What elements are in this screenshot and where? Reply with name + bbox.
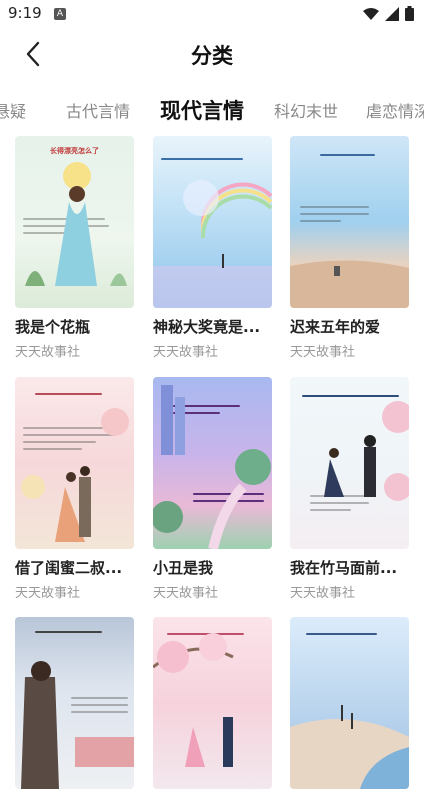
book-title: 神秘大奖竟是... bbox=[153, 318, 261, 336]
book-card[interactable]: 我在竹马面前... 天天故事社 bbox=[290, 377, 410, 601]
category-tabs: 悬疑 古代言情 现代言情 科幻末世 虐恋情深 bbox=[0, 88, 424, 128]
book-card[interactable]: 借了闺蜜二叔... 天天故事社 bbox=[15, 377, 135, 601]
tab-angst-romance[interactable]: 虐恋情深 bbox=[366, 98, 424, 122]
book-cover bbox=[15, 377, 134, 549]
signal-icon bbox=[385, 6, 399, 21]
book-card[interactable]: 迟来五年的爱 天天故事社 bbox=[290, 136, 410, 360]
header: 分类 bbox=[0, 30, 424, 78]
book-title: 小丑是我 bbox=[153, 559, 214, 577]
book-author: 天天故事社 bbox=[153, 586, 219, 601]
book-author: 天天故事社 bbox=[15, 345, 81, 360]
tab-ancient-romance[interactable]: 古代言情 bbox=[66, 98, 130, 122]
book-author: 天天故事社 bbox=[290, 345, 356, 360]
tab-scifi-apocalypse[interactable]: 科幻末世 bbox=[274, 98, 338, 122]
book-card[interactable] bbox=[15, 617, 135, 789]
book-card[interactable]: 神秘大奖竟是... 天天故事社 bbox=[153, 136, 273, 360]
page-title: 分类 bbox=[191, 44, 233, 68]
book-cover bbox=[153, 377, 272, 549]
book-author: 天天故事社 bbox=[15, 586, 81, 601]
book-card[interactable]: 长得漂亮怎么了 我是个花瓶 天天故事社 bbox=[15, 136, 135, 360]
book-cover: 长得漂亮怎么了 bbox=[15, 136, 134, 308]
book-card[interactable]: 小丑是我 天天故事社 bbox=[153, 377, 273, 601]
book-cover bbox=[290, 617, 409, 789]
book-cover bbox=[290, 136, 409, 308]
tab-suspense[interactable]: 悬疑 bbox=[0, 98, 26, 122]
battery-icon bbox=[405, 6, 414, 21]
status-icons bbox=[363, 6, 414, 21]
book-cover bbox=[15, 617, 134, 789]
book-title: 我在竹马面前... bbox=[290, 559, 398, 577]
book-author: 天天故事社 bbox=[290, 586, 356, 601]
book-title: 借了闺蜜二叔... bbox=[15, 559, 123, 577]
tab-modern-romance[interactable]: 现代言情 bbox=[160, 95, 244, 125]
book-cover bbox=[153, 617, 272, 789]
notification-icon: A bbox=[54, 8, 66, 20]
book-title: 我是个花瓶 bbox=[15, 318, 91, 336]
book-card[interactable] bbox=[290, 617, 410, 789]
book-cover bbox=[290, 377, 409, 549]
book-card[interactable] bbox=[153, 617, 273, 789]
book-author: 天天故事社 bbox=[153, 345, 219, 360]
book-cover bbox=[153, 136, 272, 308]
book-title: 迟来五年的爱 bbox=[290, 318, 381, 336]
wifi-icon bbox=[363, 7, 379, 20]
status-bar: 9:19 A bbox=[0, 0, 424, 30]
status-time: 9:19 bbox=[8, 4, 42, 22]
